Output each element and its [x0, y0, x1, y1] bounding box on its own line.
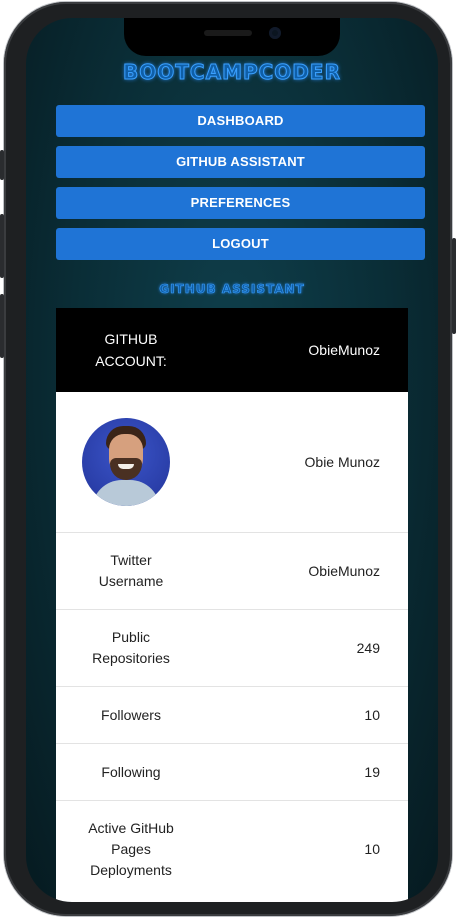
github-account-label-line1: GITHUB [104, 331, 158, 347]
nav-preferences-button[interactable]: PREFERENCES [56, 187, 425, 219]
following-value: 19 [364, 764, 380, 780]
table-row: Public Repositories 249 [56, 610, 408, 687]
section-title: GITHUB ASSISTANT [159, 282, 305, 297]
silent-switch [0, 150, 4, 180]
pages-deployments-value: 10 [364, 841, 380, 857]
twitter-username-value: ObieMunoz [308, 563, 380, 579]
nav-dashboard-button[interactable]: DASHBOARD [56, 105, 425, 137]
github-account-label-line2: ACCOUNT: [95, 353, 167, 369]
volume-down-button [0, 294, 4, 358]
following-label: Following [101, 763, 161, 780]
github-account-label: GITHUB ACCOUNT: [56, 328, 206, 372]
public-repositories-label-line2: Repositories [92, 650, 170, 666]
pages-deployments-label-line2: Pages [111, 840, 151, 857]
avatar [82, 418, 170, 506]
profile-photo-row: Obie Munoz [56, 392, 408, 533]
camera-icon [269, 27, 281, 39]
power-button [452, 238, 456, 334]
main-nav: DASHBOARD GITHUB ASSISTANT PREFERENCES L… [56, 105, 425, 269]
public-repositories-value: 249 [356, 640, 380, 656]
speaker-grille [204, 30, 252, 36]
followers-label: Followers [101, 706, 161, 723]
github-account-value: ObieMunoz [308, 342, 380, 358]
github-profile-card: GITHUB ACCOUNT: ObieMunoz Obie Munoz Twi… [56, 308, 408, 902]
followers-value: 10 [364, 707, 380, 723]
public-repositories-label: Public Repositories [56, 627, 206, 669]
table-row: Following 19 [56, 744, 408, 801]
twitter-username-label: Twitter Username [56, 550, 206, 592]
nav-github-assistant-button[interactable]: GITHUB ASSISTANT [56, 146, 425, 178]
pages-deployments-label-line1: Active GitHub [88, 819, 174, 836]
github-account-row: GITHUB ACCOUNT: ObieMunoz [56, 308, 408, 392]
pages-deployments-label: Active GitHub Pages Deployments [56, 818, 206, 881]
table-row: Active GitHub Pages Deployments 10 [56, 801, 408, 897]
twitter-username-label-line2: Username [98, 573, 164, 589]
notch [124, 18, 340, 56]
phone-frame: BOOTCAMPCODER DASHBOARD GITHUB ASSISTANT… [0, 2, 456, 916]
table-row: Followers 10 [56, 687, 408, 744]
avatar-beard [110, 458, 142, 480]
nav-logout-button[interactable]: LOGOUT [56, 228, 425, 260]
avatar-shirt [92, 480, 160, 506]
profile-name: Obie Munoz [304, 454, 380, 470]
pages-deployments-label-line3: Deployments [90, 861, 172, 878]
avatar-smile [118, 464, 134, 469]
brand-logo[interactable]: BOOTCAMPCODER [26, 60, 438, 85]
app-screen: BOOTCAMPCODER DASHBOARD GITHUB ASSISTANT… [26, 18, 438, 902]
public-repositories-label-line1: Public [111, 629, 151, 645]
twitter-username-label-line1: Twitter [110, 552, 152, 568]
volume-up-button [0, 214, 4, 278]
table-row: Twitter Username ObieMunoz [56, 533, 408, 610]
